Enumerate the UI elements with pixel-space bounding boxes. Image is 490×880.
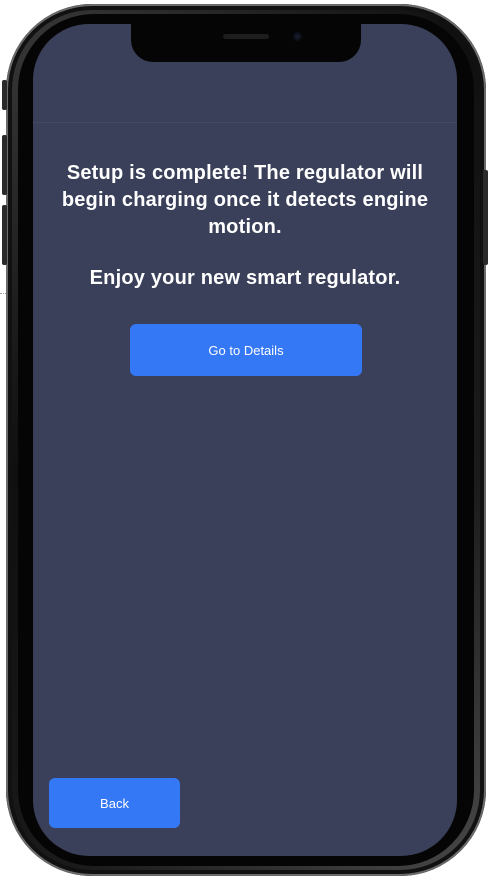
header-divider	[33, 122, 457, 123]
power-button	[483, 170, 488, 265]
setup-complete-text: Setup is complete! The regulator will be…	[61, 162, 429, 238]
silent-switch	[2, 80, 7, 110]
go-to-details-button[interactable]: Go to Details	[130, 324, 362, 376]
speaker-grille	[223, 34, 269, 39]
front-camera-icon	[293, 32, 302, 41]
back-button[interactable]: Back	[49, 778, 180, 828]
completion-message: Setup is complete! The regulator will be…	[49, 160, 441, 292]
volume-up-button	[2, 135, 7, 195]
volume-down-button	[2, 205, 7, 265]
phone-screen: Setup is complete! The regulator will be…	[33, 24, 457, 856]
screenshot-stage: Setup is complete! The regulator will be…	[0, 0, 490, 880]
enjoy-text: Enjoy your new smart regulator.	[89, 267, 401, 289]
notch	[131, 24, 361, 62]
